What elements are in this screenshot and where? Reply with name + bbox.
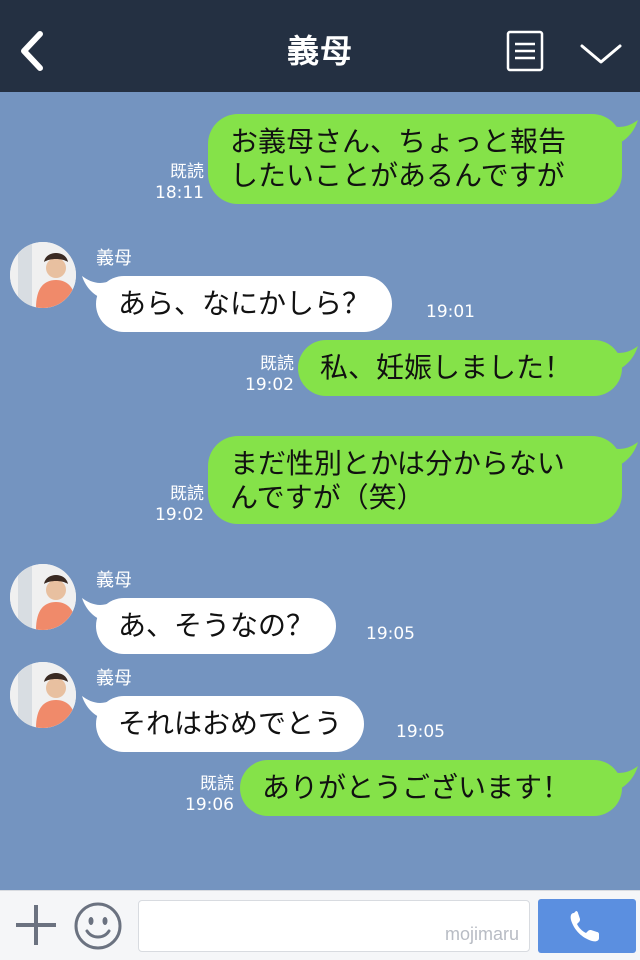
- contact-avatar[interactable]: [10, 242, 76, 308]
- message-bubble-received[interactable]: あ、そうなの？: [96, 598, 337, 654]
- chat-title: 義母: [286, 32, 353, 70]
- message-bubble-received[interactable]: それはおめでとう: [96, 696, 365, 752]
- message-line: まだ性別とかは分からない: [230, 447, 565, 480]
- phone-icon: [570, 911, 599, 942]
- contact-avatar[interactable]: [10, 662, 76, 728]
- avatar-photo-icon: [10, 564, 76, 630]
- read-status: 既読 19:06: [185, 774, 234, 815]
- message-line: ありがとうございます！: [262, 771, 571, 804]
- message-text: それはおめでとう: [118, 707, 343, 740]
- message-time: 19:05: [396, 722, 445, 742]
- sender-name: 義母: [96, 570, 132, 591]
- plus-icon[interactable]: [12, 901, 60, 949]
- sender-name: 義母: [96, 248, 132, 269]
- read-status: 既読 18:11: [155, 162, 204, 203]
- chevron-down-icon[interactable]: [578, 38, 624, 68]
- message-input[interactable]: mojimaru: [138, 900, 530, 952]
- smiley-icon[interactable]: [72, 900, 124, 952]
- message-bubble-sent[interactable]: 私、妊娠しました！: [298, 340, 622, 396]
- message-composer: mojimaru: [0, 890, 640, 960]
- avatar-photo-icon: [10, 242, 76, 308]
- contact-avatar[interactable]: [10, 564, 76, 630]
- message-line: 私、妊娠しました！: [320, 351, 573, 384]
- menu-lines-icon[interactable]: [506, 30, 544, 72]
- message-line: んですが（笑）: [230, 481, 425, 514]
- message-bubble-sent[interactable]: まだ性別とかは分からない んですが（笑）: [208, 436, 622, 524]
- message-bubble-received[interactable]: あら、なにかしら？: [96, 276, 393, 332]
- sender-name: 義母: [96, 668, 132, 689]
- watermark: mojimaru: [444, 924, 519, 944]
- message-text: あら、なにかしら？: [118, 287, 371, 320]
- message-line: したいことがあるんですが: [230, 159, 565, 192]
- message-time: 19:01: [426, 302, 475, 322]
- message-line: お義母さん、ちょっと報告: [230, 125, 567, 158]
- call-button[interactable]: [538, 899, 636, 953]
- avatar-photo-icon: [10, 662, 76, 728]
- message-bubble-sent[interactable]: ありがとうございます！: [240, 760, 622, 816]
- read-status: 既読 19:02: [245, 354, 294, 395]
- message-time: 19:05: [366, 624, 415, 644]
- chat-header: 義母: [0, 0, 640, 92]
- chat-area[interactable]: 既読 18:11 お義母さん、ちょっと報告 したいことがあるんですが 義母 あら…: [0, 92, 640, 890]
- message-bubble-sent[interactable]: お義母さん、ちょっと報告 したいことがあるんですが: [208, 114, 622, 204]
- message-text: あ、そうなの？: [118, 609, 315, 642]
- read-status: 既読 19:02: [155, 484, 204, 525]
